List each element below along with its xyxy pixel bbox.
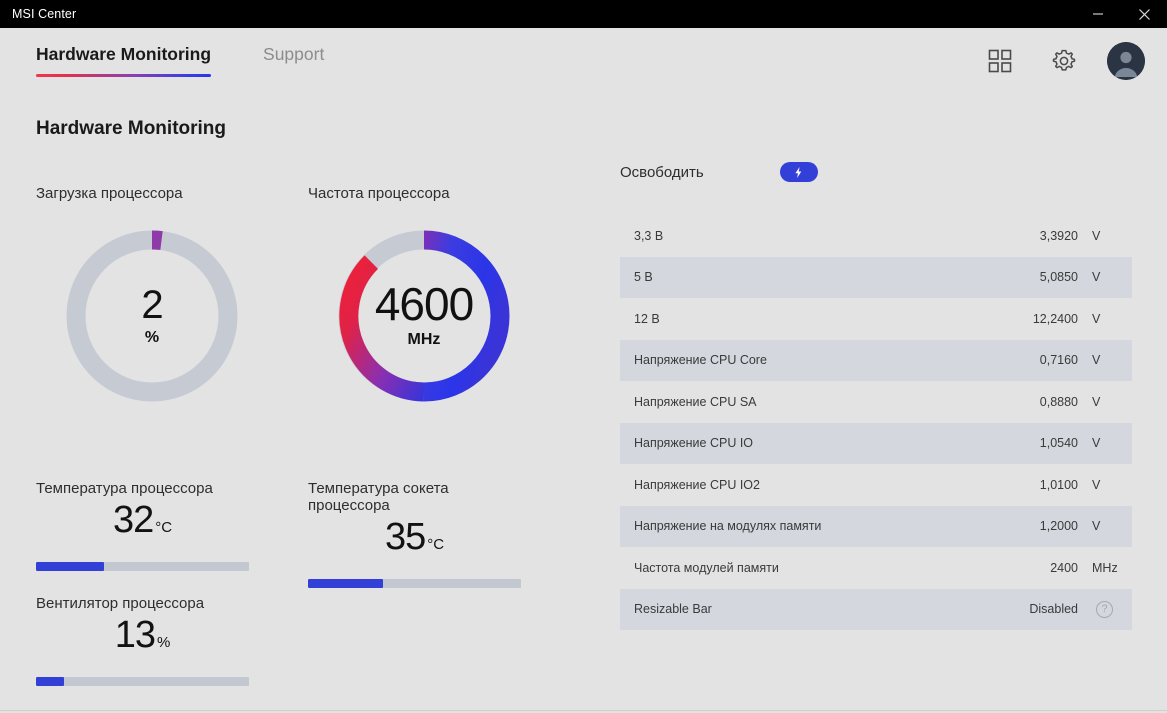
cpu-socket-temperature-unit: °C <box>427 536 445 553</box>
cpu-fan-bar-fill <box>36 677 64 686</box>
row-unit: MHz <box>1092 560 1118 575</box>
lightning-bolt-icon <box>795 166 802 178</box>
minimize-button[interactable] <box>1075 0 1121 28</box>
row-unit: V <box>1092 353 1101 368</box>
cpu-temperature-unit: °C <box>155 519 173 536</box>
table-row: Напряжение CPU Core 0,7160 V <box>620 339 1132 381</box>
row-label: 3,3 В <box>634 228 664 243</box>
content-area: Загрузка процессора 2 % Частота процессо… <box>0 155 1167 713</box>
row-value: 3,3920 <box>1039 228 1078 243</box>
row-label: Частота модулей памяти <box>634 560 779 575</box>
row-value: 1,2000 <box>1039 519 1078 534</box>
nav-actions <box>979 40 1145 82</box>
row-unit: V <box>1092 477 1101 492</box>
apps-grid-button[interactable] <box>979 40 1021 82</box>
row-value: Disabled <box>1029 602 1078 617</box>
row-label: 12 В <box>634 311 660 326</box>
cpu-socket-temperature-bar-fill <box>308 579 383 588</box>
avatar[interactable] <box>1107 42 1145 80</box>
table-row: 5 В 5,0850 V <box>620 256 1132 298</box>
table-row: 3,3 В 3,3920 V <box>620 215 1132 257</box>
table-row: 12 В 12,2400 V <box>620 298 1132 340</box>
minimize-icon <box>1093 13 1103 15</box>
tab-hardware-monitoring-label: Hardware Monitoring <box>36 44 212 64</box>
page-title: Hardware Monitoring <box>36 118 227 139</box>
bottom-divider <box>0 710 1167 711</box>
row-unit: V <box>1092 270 1101 285</box>
avatar-icon <box>1107 42 1145 80</box>
sensor-table-panel: Освободить 3,3 В 3,3920 V 5 В 5,0850 V 12 В 12,… <box>620 155 1132 630</box>
row-unit: ? <box>1078 600 1118 618</box>
row-value: 0,7160 <box>1039 353 1078 368</box>
cpu-socket-temperature-title: Температура сокета процессора <box>308 480 449 514</box>
cpu-frequency-donut-icon <box>338 230 510 402</box>
cpu-socket-temperature-bar <box>308 579 521 588</box>
cpu-frequency-gauge: Частота процессора 4600 MHz <box>308 185 512 404</box>
cpu-usage-label: Загрузка процессора <box>36 185 183 202</box>
row-label: Напряжение на модулях памяти <box>634 519 822 534</box>
row-value: 12,2400 <box>1032 311 1078 326</box>
release-toggle[interactable] <box>779 162 818 182</box>
apps-grid-icon <box>988 49 1012 73</box>
row-unit: V <box>1092 394 1101 409</box>
row-value: 5,0850 <box>1039 270 1078 285</box>
row-label: Напряжение CPU IO <box>634 436 754 451</box>
cpu-temperature-bar <box>36 562 249 571</box>
row-label: Напряжение CPU Core <box>634 353 767 368</box>
tab-support-label: Support <box>263 44 325 64</box>
tab-list: Hardware Monitoring Support <box>0 28 324 77</box>
release-label: Освободить <box>620 163 704 181</box>
close-button[interactable] <box>1121 0 1167 28</box>
table-row: Resizable Bar Disabled? <box>620 588 1132 630</box>
tab-active-underline <box>36 74 212 77</box>
gear-icon <box>1052 49 1076 71</box>
row-value: 0,8880 <box>1039 394 1078 409</box>
cpu-usage-donut-icon <box>66 230 238 402</box>
cpu-temperature-bar-fill <box>36 562 105 571</box>
row-value: 1,0100 <box>1039 477 1078 492</box>
settings-button[interactable] <box>1043 40 1085 82</box>
cpu-temperature-value: 32 <box>112 499 154 541</box>
sensor-table-rows: 3,3 В 3,3920 V 5 В 5,0850 V 12 В 12,2400 V Напряж… <box>620 215 1132 630</box>
row-label: Resizable Bar <box>634 602 712 617</box>
cpu-frequency-label: Частота процессора <box>308 185 450 202</box>
row-unit: V <box>1092 228 1101 243</box>
cpu-fan-title: Вентилятор процессора <box>36 595 205 612</box>
cpu-usage-gauge: Загрузка процессора 2 % <box>36 185 240 404</box>
cpu-temperature-title: Температура процессора <box>36 480 213 497</box>
help-icon[interactable]: ? <box>1096 600 1113 618</box>
row-label: Напряжение CPU IO2 <box>634 477 760 492</box>
sensor-table-header: Освободить <box>620 155 1132 189</box>
table-row: Напряжение CPU SA 0,8880 V <box>620 381 1132 423</box>
tab-hardware-monitoring[interactable]: Hardware Monitoring <box>36 44 212 77</box>
row-label: Напряжение CPU SA <box>634 394 757 409</box>
close-icon <box>1138 8 1150 20</box>
table-row: Частота модулей памяти 2400 MHz <box>620 547 1132 589</box>
window-controls <box>1075 0 1167 28</box>
row-value: 1,0540 <box>1039 436 1078 451</box>
title-bar: MSI Center <box>0 0 1167 28</box>
table-row: Напряжение на модулях памяти 1,2000 V <box>620 505 1132 547</box>
cpu-fan-unit: % <box>156 634 171 651</box>
tab-support[interactable]: Support <box>263 44 324 77</box>
table-row: Напряжение CPU IO2 1,0100 V <box>620 464 1132 506</box>
row-unit: V <box>1092 311 1101 326</box>
row-unit: V <box>1092 436 1101 451</box>
table-row: Напряжение CPU IO 1,0540 V <box>620 422 1132 464</box>
cpu-temperature-metric: Температура процессора 32 °C <box>36 480 249 571</box>
row-unit: V <box>1092 519 1101 534</box>
cpu-fan-metric: Вентилятор процессора 13 % <box>36 595 249 686</box>
window-title: MSI Center <box>12 7 77 21</box>
cpu-fan-value: 13 <box>114 614 156 656</box>
cpu-fan-bar <box>36 677 249 686</box>
row-label: 5 В <box>634 270 653 285</box>
nav-bar: Hardware Monitoring Support <box>0 28 1167 95</box>
cpu-socket-temperature-value: 35 <box>384 516 426 558</box>
row-value: 2400 <box>1050 560 1078 575</box>
cpu-socket-temperature-metric: Температура сокета процессора 35 °C <box>308 480 521 588</box>
